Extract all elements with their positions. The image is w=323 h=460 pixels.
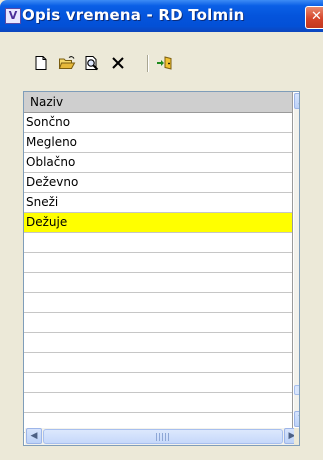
title-bar[interactable]: V Opis vremena - RD Tolmin ✕ bbox=[0, 0, 323, 32]
open-icon bbox=[58, 56, 76, 69]
table-row[interactable]: Deževno bbox=[24, 173, 292, 193]
row-label: Dežuje bbox=[26, 215, 68, 229]
column-header-naziv[interactable]: Naziv bbox=[24, 92, 292, 113]
exit-button[interactable] bbox=[155, 53, 175, 73]
new-icon bbox=[35, 56, 47, 70]
window-title: Opis vremena - RD Tolmin bbox=[22, 6, 245, 24]
chevron-down-icon: ▼ bbox=[299, 414, 300, 424]
horizontal-scroll-thumb[interactable] bbox=[43, 429, 283, 444]
scroll-left-button[interactable]: ◀ bbox=[26, 428, 42, 444]
delete-icon bbox=[112, 57, 124, 69]
table-row[interactable] bbox=[24, 233, 292, 253]
search-button[interactable] bbox=[82, 53, 102, 73]
thumb-grip bbox=[156, 433, 170, 441]
app-icon-letter: V bbox=[8, 9, 18, 22]
close-button[interactable]: ✕ bbox=[305, 6, 323, 29]
scrollbar-corner bbox=[294, 428, 299, 445]
row-label: Sneži bbox=[26, 195, 59, 209]
table-row[interactable]: Sneži bbox=[24, 193, 292, 213]
chevron-left-icon: ◀ bbox=[30, 431, 38, 441]
table-row[interactable]: Megleno bbox=[24, 133, 292, 153]
table-row[interactable] bbox=[24, 253, 292, 273]
table-row[interactable] bbox=[24, 353, 292, 373]
table-row[interactable] bbox=[24, 393, 292, 413]
chevron-up-icon: ▲ bbox=[299, 96, 300, 106]
app-icon[interactable]: V bbox=[5, 8, 21, 24]
open-button[interactable] bbox=[57, 53, 77, 73]
new-button[interactable] bbox=[31, 53, 51, 73]
data-grid[interactable]: Naziv Sončno Megleno Oblačno Deževno Sneži De… bbox=[23, 91, 300, 446]
horizontal-scrollbar[interactable]: ◀ ▶ bbox=[25, 428, 299, 445]
toolbar bbox=[23, 50, 193, 76]
vertical-scroll-thumb[interactable] bbox=[294, 385, 299, 395]
grid-divider bbox=[292, 92, 293, 428]
vertical-scrollbar[interactable]: ▲ ▼ bbox=[294, 93, 300, 427]
table-row[interactable]: Dežuje bbox=[24, 213, 292, 233]
row-label: Deževno bbox=[26, 175, 79, 189]
table-row[interactable] bbox=[24, 333, 292, 353]
exit-icon bbox=[157, 56, 172, 70]
column-header-label: Naziv bbox=[30, 95, 64, 109]
scroll-up-button[interactable]: ▲ bbox=[294, 93, 300, 109]
grid-rows: Sončno Megleno Oblačno Deževno Sneži Dežuje bbox=[24, 113, 292, 433]
table-row[interactable] bbox=[24, 373, 292, 393]
delete-button[interactable] bbox=[108, 53, 128, 73]
search-icon bbox=[85, 56, 99, 71]
toolbar-separator bbox=[147, 55, 149, 72]
table-row[interactable] bbox=[24, 273, 292, 293]
row-label: Megleno bbox=[26, 135, 78, 149]
row-label: Sončno bbox=[26, 115, 71, 129]
scroll-down-button[interactable]: ▼ bbox=[294, 411, 300, 427]
table-row[interactable]: Sončno bbox=[24, 113, 292, 133]
table-row[interactable] bbox=[24, 313, 292, 333]
table-row[interactable]: Oblačno bbox=[24, 153, 292, 173]
row-label: Oblačno bbox=[26, 155, 76, 169]
table-row[interactable] bbox=[24, 293, 292, 313]
